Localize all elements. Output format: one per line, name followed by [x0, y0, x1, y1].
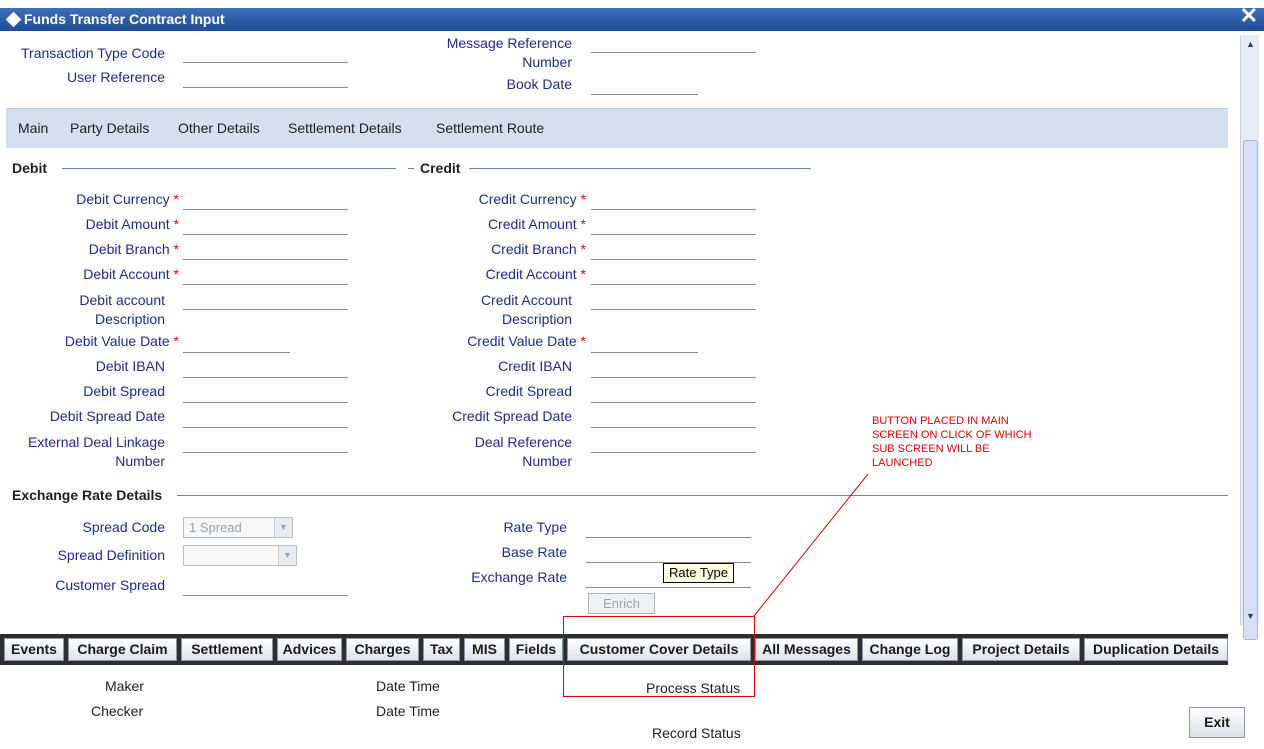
settlement-button[interactable]: Settlement [181, 638, 273, 661]
process-status-label: Process Status [646, 680, 741, 696]
project-details-button[interactable]: Project Details [962, 638, 1080, 661]
scroll-up-icon[interactable]: ▲ [1243, 37, 1258, 51]
maker-label: Maker [105, 678, 144, 694]
duplication-details-button[interactable]: Duplication Details [1084, 638, 1228, 661]
mis-button[interactable]: MIS [464, 638, 505, 661]
tax-button[interactable]: Tax [423, 638, 460, 661]
checker-date-time-label: Date Time [376, 703, 440, 719]
change-log-button[interactable]: Change Log [862, 638, 958, 661]
vertical-scrollbar[interactable]: ▲ ▼ [1240, 35, 1259, 640]
record-status-label: Record Status [652, 725, 741, 741]
advices-button[interactable]: Advices [277, 638, 342, 661]
events-button[interactable]: Events [4, 638, 64, 661]
checker-label: Checker [91, 703, 144, 719]
maker-date-time-label: Date Time [376, 678, 440, 694]
all-messages-button[interactable]: All Messages [755, 638, 858, 661]
fields-button[interactable]: Fields [509, 638, 563, 661]
charge-claim-button[interactable]: Charge Claim [68, 638, 177, 661]
scrollbar-thumb[interactable] [1243, 140, 1258, 640]
charges-button[interactable]: Charges [346, 638, 419, 661]
scroll-down-icon[interactable]: ▼ [1243, 609, 1258, 623]
exit-button[interactable]: Exit [1189, 707, 1245, 738]
